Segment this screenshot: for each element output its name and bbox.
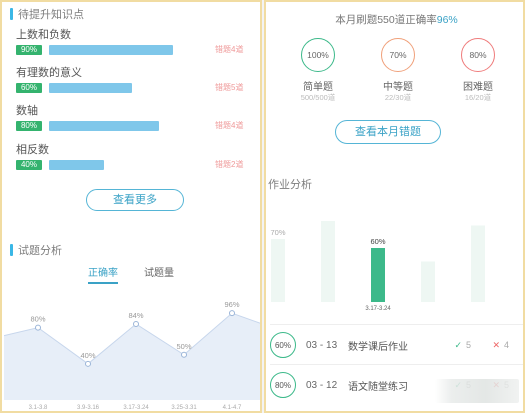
x-tick-label: 3.17-3.24 bbox=[365, 306, 391, 312]
score-ring: 60% bbox=[270, 332, 296, 358]
topic-progress-row: 60% 错题5道 bbox=[16, 82, 252, 93]
accuracy-badge: 90% bbox=[16, 44, 42, 55]
bar[interactable] bbox=[271, 239, 285, 302]
topic-progress-row: 90% 错题4道 bbox=[16, 44, 252, 55]
difficulty-ring: 70% bbox=[381, 38, 415, 72]
data-point[interactable] bbox=[133, 321, 139, 328]
topic-name: 上数和负数 bbox=[16, 29, 71, 41]
progress-bar bbox=[49, 159, 187, 170]
x-tick-label: 4.1-4.7 bbox=[223, 405, 242, 411]
section-marker bbox=[10, 244, 13, 256]
progress-fill bbox=[49, 82, 132, 93]
topic-progress-row: 40% 错题2道 bbox=[16, 159, 252, 170]
bar[interactable] bbox=[321, 221, 335, 302]
right-panel: 本月刷题550道正确率96% 100% 简单题 500/500道 70% 中等题 22/3… bbox=[264, 0, 525, 413]
accuracy-area-chart: 80% 3.1-3.8 40% 3.9-3.16 84% 3.17-3.24 50% 3.25… bbox=[4, 300, 260, 411]
data-point[interactable] bbox=[85, 360, 91, 367]
test-section-header: 试题分析 bbox=[10, 242, 62, 258]
bar[interactable] bbox=[371, 248, 385, 302]
correct-count: ✓5 bbox=[454, 339, 471, 350]
progress-fill bbox=[49, 159, 105, 170]
summary-text: 本月刷题550道正确率 bbox=[335, 14, 437, 26]
error-count: 错题2道 bbox=[215, 160, 244, 169]
error-count: 错题4道 bbox=[215, 121, 244, 130]
bar-label: 60% bbox=[370, 237, 385, 246]
x-tick-label: 3.1-3.8 bbox=[29, 405, 48, 411]
view-wrong-questions-button[interactable]: 查看本月错题 bbox=[335, 120, 441, 144]
progress-fill bbox=[49, 44, 174, 55]
difficulty-label: 困难题 bbox=[463, 82, 493, 93]
data-point[interactable] bbox=[181, 351, 187, 358]
knowledge-topic[interactable]: 相反数 40% 错题2道 bbox=[16, 143, 252, 170]
difficulty-ring: 80% bbox=[461, 38, 495, 72]
homework-bar-chart: 70% 60% 3.17-3.24 bbox=[270, 221, 485, 312]
bar-label: 70% bbox=[270, 228, 285, 237]
wrong-count: ✕ 4 bbox=[492, 339, 509, 350]
monthly-summary: 本月刷题550道正确率96% bbox=[266, 12, 525, 27]
data-label: 40% bbox=[80, 351, 95, 360]
summary-rate: 96% bbox=[436, 14, 458, 26]
topic-name: 数轴 bbox=[16, 105, 38, 117]
x-tick-label: 3.9-3.16 bbox=[77, 405, 100, 411]
knowledge-section-title: 待提升知识点 bbox=[18, 9, 84, 21]
topic-progress-row: 80% 错题4道 bbox=[16, 120, 252, 131]
data-label: 84% bbox=[128, 311, 143, 320]
topic-name: 相反数 bbox=[16, 144, 49, 156]
data-label: 50% bbox=[176, 342, 191, 351]
x-tick-label: 3.25-3.31 bbox=[171, 405, 197, 411]
progress-fill bbox=[49, 120, 160, 131]
x-tick-label: 3.17-3.24 bbox=[123, 405, 149, 411]
homework-row[interactable]: 60% 03 - 13 数学课后作业 ✓ 5 ✕ 4 bbox=[270, 330, 523, 360]
cross-icon: ✕ bbox=[492, 339, 500, 350]
data-point[interactable] bbox=[229, 310, 235, 317]
test-tabs: 正确率 试题量 bbox=[88, 264, 200, 284]
difficulty-label: 中等题 bbox=[383, 82, 413, 93]
view-more-button[interactable]: 查看更多 bbox=[86, 189, 184, 211]
bar[interactable] bbox=[421, 261, 435, 303]
progress-bar bbox=[49, 120, 187, 131]
error-count: 错题4道 bbox=[215, 45, 244, 54]
topic-name: 有理数的意义 bbox=[16, 67, 82, 79]
divider bbox=[270, 324, 523, 325]
data-label: 80% bbox=[30, 315, 45, 324]
tab-question-count[interactable]: 试题量 bbox=[144, 264, 174, 284]
homework-section-title: 作业分析 bbox=[268, 179, 312, 191]
difficulty-count: 22/30道 bbox=[384, 93, 412, 102]
homework-name: 数学课后作业 bbox=[348, 341, 408, 353]
homework-name: 语文随堂练习 bbox=[348, 381, 408, 393]
difficulty-ring: 100% bbox=[301, 38, 335, 72]
blurred-overlay bbox=[435, 379, 519, 403]
homework-date: 03 - 12 bbox=[306, 379, 338, 391]
test-section-title: 试题分析 bbox=[18, 245, 62, 257]
progress-bar bbox=[49, 44, 187, 55]
homework-section-header: 作业分析 bbox=[268, 176, 312, 192]
accuracy-badge: 40% bbox=[16, 159, 42, 170]
section-marker bbox=[10, 8, 13, 20]
tab-accuracy[interactable]: 正确率 bbox=[88, 264, 118, 284]
data-point[interactable] bbox=[35, 324, 41, 331]
check-icon: ✓ bbox=[454, 339, 462, 350]
knowledge-section-header: 待提升知识点 bbox=[10, 6, 84, 22]
error-count: 错题5道 bbox=[215, 83, 244, 92]
knowledge-topic[interactable]: 数轴 80% 错题4道 bbox=[16, 104, 252, 131]
accuracy-badge: 80% bbox=[16, 120, 42, 131]
divider bbox=[270, 364, 523, 365]
progress-bar bbox=[49, 82, 187, 93]
accuracy-badge: 60% bbox=[16, 82, 42, 93]
difficulty-count: 16/20道 bbox=[464, 93, 492, 102]
homework-date: 03 - 13 bbox=[306, 339, 338, 351]
area-fill bbox=[4, 313, 260, 400]
left-panel: 待提升知识点 上数和负数 90% 错题4道 有理数的意义 60% 错题5道 数轴 80% 错题4… bbox=[0, 0, 262, 413]
score-ring: 80% bbox=[270, 372, 296, 398]
knowledge-topic[interactable]: 有理数的意义 60% 错题5道 bbox=[16, 66, 252, 93]
bar[interactable] bbox=[471, 225, 485, 303]
difficulty-count: 500/500道 bbox=[300, 93, 336, 102]
data-label: 96% bbox=[224, 300, 239, 309]
knowledge-topic[interactable]: 上数和负数 90% 错题4道 bbox=[16, 28, 252, 55]
difficulty-label: 简单题 bbox=[303, 82, 333, 93]
